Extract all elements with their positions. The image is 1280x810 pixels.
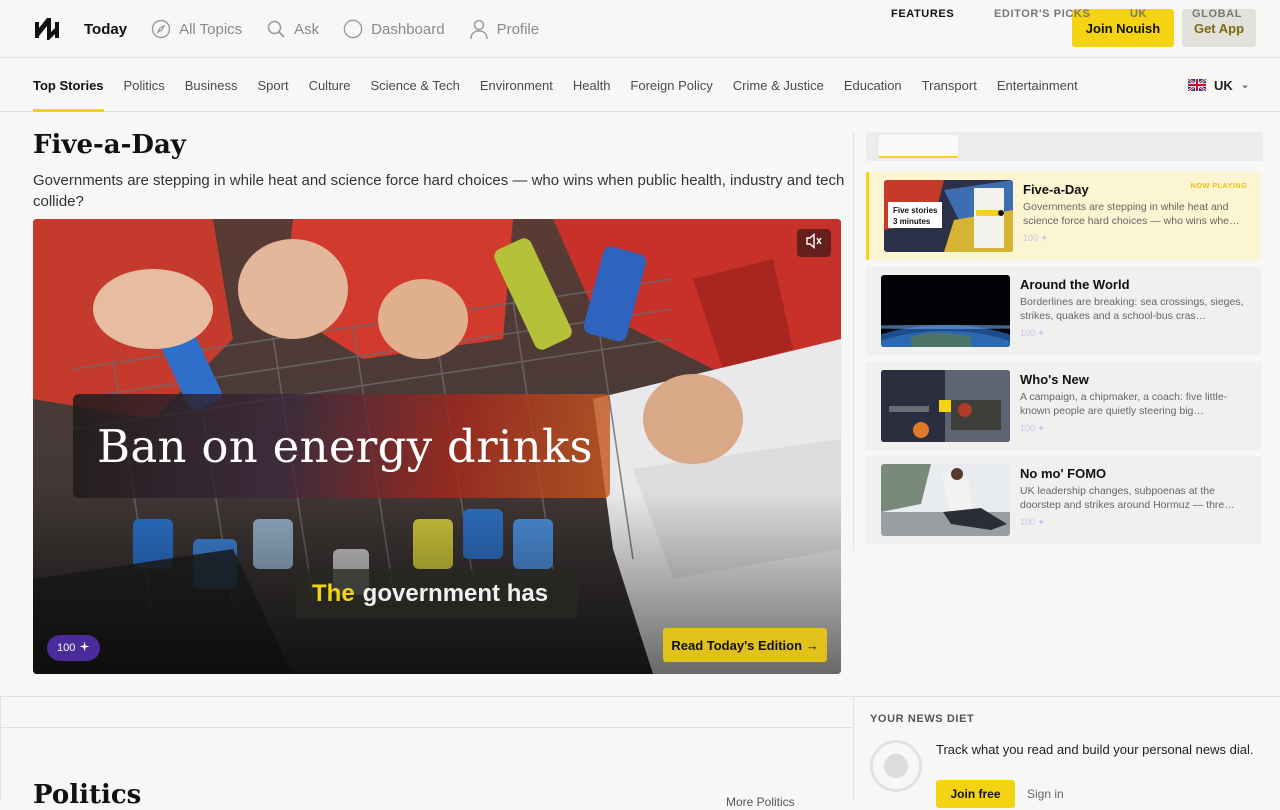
more-politics-link[interactable]: More Politics: [726, 795, 795, 809]
caption-highlight-word: The: [312, 580, 355, 607]
feature-thumbnail: [881, 275, 1010, 347]
nav-ask[interactable]: Ask: [266, 19, 319, 39]
feature-title: Five-a-Day: [1023, 182, 1089, 197]
main-nav: Today All Topics Ask Dashboard Profile: [84, 0, 563, 58]
video-caption: The government has: [296, 569, 578, 619]
video-headline: Ban on energy drinks: [97, 419, 593, 473]
feature-score: 100 ✦: [1020, 517, 1046, 527]
section-divider: [0, 727, 853, 728]
now-playing-badge: NOW PLAYING: [1190, 181, 1247, 190]
page-subtitle: Governments are stepping in while heat a…: [33, 172, 845, 210]
news-dial-icon: [870, 740, 922, 792]
sparkle-icon: [79, 641, 90, 655]
category-transport[interactable]: Transport: [922, 58, 977, 112]
section-divider: [0, 696, 1280, 697]
nav-today-label: Today: [84, 20, 128, 38]
nav-profile[interactable]: Profile: [469, 19, 540, 40]
thumbnail-overlay-text: Five stories 3 minutes: [893, 206, 938, 226]
category-entertainment[interactable]: Entertainment: [997, 58, 1078, 112]
category-business[interactable]: Business: [185, 58, 238, 112]
score-value: 100: [57, 642, 76, 654]
nav-all-topics-label: All Topics: [179, 20, 243, 38]
category-education[interactable]: Education: [844, 58, 902, 112]
feature-score: 100 ✦: [1020, 423, 1046, 433]
nav-today[interactable]: Today: [84, 21, 127, 38]
feature-description: UK leadership changes, subpoenas at the …: [1020, 485, 1235, 511]
tab-features[interactable]: FEATURES: [891, 8, 954, 20]
feature-item-five-a-day[interactable]: Five stories 3 minutes Five-a-Day Govern…: [866, 172, 1261, 260]
tab-active-indicator: [879, 156, 958, 158]
category-list: Top Stories Politics Business Sport Cult…: [33, 58, 1098, 112]
feature-thumbnail: [881, 370, 1010, 442]
feature-item-no-mo-fomo[interactable]: No mo' FOMO UK leadership changes, subpo…: [866, 456, 1261, 544]
search-icon: [266, 19, 286, 39]
score-badge: 100: [47, 635, 101, 661]
chevron-down-icon: [1241, 78, 1249, 93]
region-selector[interactable]: UK: [1187, 58, 1249, 112]
nav-dashboard-label: Dashboard: [371, 20, 445, 38]
nav-profile-label: Profile: [496, 20, 540, 38]
feature-title: No mo' FOMO: [1020, 466, 1107, 481]
tab-global[interactable]: GLOBAL: [1192, 8, 1242, 20]
section-edge: [0, 697, 1, 800]
caption-text: government has: [362, 580, 549, 607]
feature-title: Who's New: [1020, 372, 1089, 387]
tab-editors-picks[interactable]: EDITOR'S PICKS: [994, 8, 1090, 20]
nav-dashboard[interactable]: Dashboard: [343, 19, 445, 39]
category-culture[interactable]: Culture: [309, 58, 351, 112]
feature-score: 100 ✦: [1023, 233, 1049, 243]
page-title: Five-a-Day: [33, 130, 186, 160]
category-bar: Top Stories Politics Business Sport Cult…: [0, 58, 1280, 112]
speaker-muted-icon: [805, 232, 823, 254]
tab-active-background: [879, 135, 958, 156]
column-divider: [853, 697, 854, 800]
section-title-politics: Politics: [33, 780, 142, 810]
feature-title: Around the World: [1020, 277, 1130, 292]
news-diet-description: Track what you read and build your perso…: [936, 742, 1254, 757]
category-foreign-policy[interactable]: Foreign Policy: [630, 58, 712, 112]
category-environment[interactable]: Environment: [480, 58, 553, 112]
category-politics[interactable]: Politics: [124, 58, 165, 112]
tab-uk[interactable]: UK: [1130, 8, 1147, 20]
nouish-logo-icon[interactable]: [33, 14, 61, 42]
feature-thumbnail: [881, 464, 1010, 536]
feature-description: Borderlines are breaking: sea crossings,…: [1020, 296, 1244, 322]
nav-ask-label: Ask: [294, 20, 320, 38]
user-icon: [469, 19, 489, 40]
column-divider: [853, 132, 854, 550]
read-edition-button[interactable]: Read Today's Edition →: [663, 628, 827, 662]
category-top-stories[interactable]: Top Stories: [33, 58, 104, 112]
nav-all-topics[interactable]: All Topics: [151, 19, 242, 39]
feature-item-whos-new[interactable]: Who's New A campaign, a chipmaker, a coa…: [866, 362, 1261, 450]
category-sport[interactable]: Sport: [257, 58, 288, 112]
join-free-button[interactable]: Join free: [936, 780, 1015, 808]
mute-button[interactable]: [797, 229, 831, 257]
compass-icon: [151, 19, 171, 39]
feature-thumbnail: Five stories 3 minutes: [884, 180, 1013, 252]
sign-in-link[interactable]: Sign in: [1027, 787, 1064, 801]
uk-flag-icon: [1187, 78, 1207, 92]
feature-description: A campaign, a chipmaker, a coach: five l…: [1020, 391, 1228, 417]
region-label: UK: [1214, 77, 1233, 93]
feature-description: Governments are stepping in while heat a…: [1023, 201, 1240, 227]
feature-item-around-the-world[interactable]: Around the World Borderlines are breakin…: [866, 267, 1261, 355]
circle-icon: [343, 19, 363, 39]
video-headline-overlay: Ban on energy drinks: [73, 394, 610, 498]
category-crime-justice[interactable]: Crime & Justice: [733, 58, 824, 112]
news-diet-heading: YOUR NEWS DIET: [870, 713, 975, 725]
category-science-tech[interactable]: Science & Tech: [370, 58, 459, 112]
video-player[interactable]: Ban on energy drinks The government has …: [33, 219, 841, 674]
category-health[interactable]: Health: [573, 58, 611, 112]
feature-score: 100 ✦: [1020, 328, 1046, 338]
